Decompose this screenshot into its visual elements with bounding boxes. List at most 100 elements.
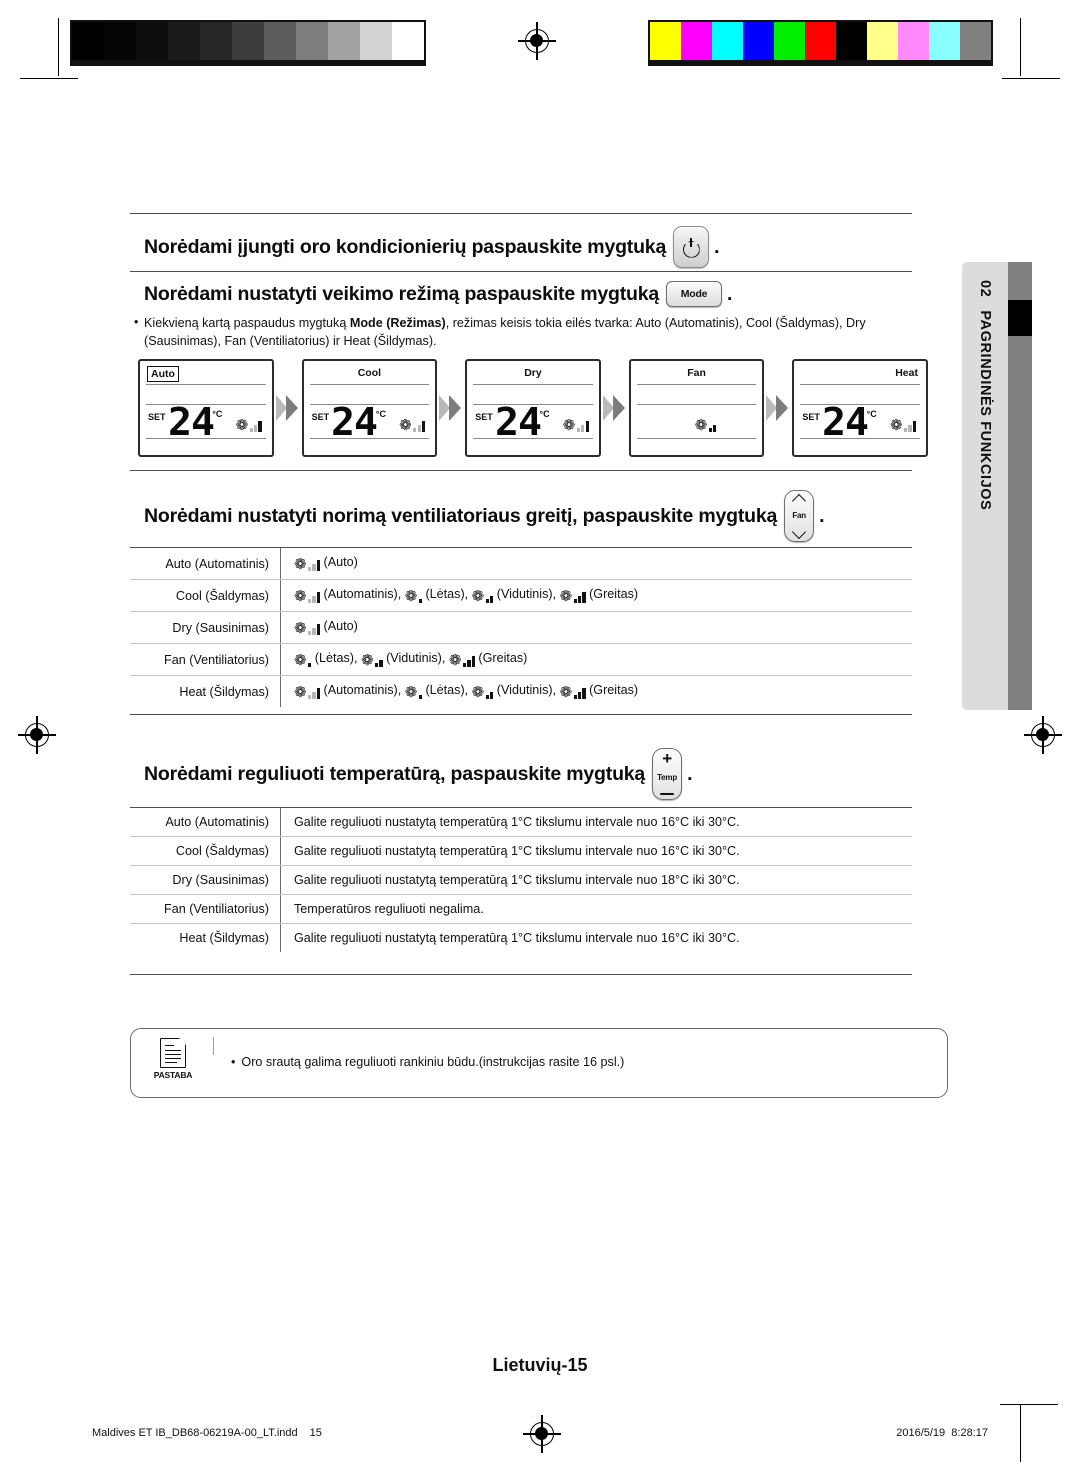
fan-speed-icon-medium: ❁ (471, 684, 494, 701)
fan-table-speeds-cell: ❁ (Auto) (280, 548, 912, 580)
fan-table-speeds-cell: ❁ (Automatinis), ❁ (Lėtas), ❁ (Vidutinis… (280, 579, 912, 612)
power-icon[interactable] (673, 226, 710, 268)
fan-level-bars (308, 688, 321, 699)
fan-speed-label: (Lėtas), (421, 587, 472, 601)
fan-speed-label: (Vidutinis), (493, 587, 560, 601)
lcd-panel-heat: Heat SET 24 °C ❁ (792, 359, 928, 457)
lcd-temperature-group: SET 24 °C (312, 403, 386, 441)
fan-speed-icon-auto: ❁ (235, 417, 262, 434)
lcd-fan-indicator: ❁ (695, 418, 717, 433)
note-text-row: • Oro srautą galima reguliuoti rankiniu b… (231, 1055, 624, 1069)
fan-button-label: Fan (792, 511, 806, 520)
lcd-mode-label: Fan (687, 367, 706, 379)
temp-table-desc-cell: Galite reguliuoti nustatytą temperatūrą … (280, 808, 912, 837)
lcd-mode-label: Cool (357, 367, 382, 379)
temp-table-mode-cell: Heat (Šildymas) (130, 923, 281, 952)
fan-speed-icon-low: ❁ (294, 653, 312, 668)
lcd-temperature-group: SET 24 °C (802, 403, 876, 441)
fan-speed-label: (Greitas) (585, 587, 639, 601)
fan-level-bars (413, 421, 426, 432)
footer-date: 2016/5/19 (896, 1427, 946, 1439)
crop-mark-br-h (1000, 1404, 1058, 1406)
fan-level-bars (462, 656, 475, 667)
manual-page: 02 PAGRINDINĖS FUNKCIJOS Norėdami įjungt… (0, 0, 1080, 1476)
fan-speed-icon-low: ❁ (404, 588, 422, 605)
heading-fan-text: Norėdami nustatyti norimą ventiliatoriau… (144, 504, 778, 527)
temp-table-desc-cell: Galite reguliuoti nustatytą temperatūrą … (280, 865, 912, 895)
fan-table-speeds-cell: ❁ (Lėtas), ❁ (Vidutinis), ❁ (Greitas) (280, 643, 912, 676)
minus-icon (660, 792, 675, 795)
footer-time: 8:28:17 (951, 1427, 988, 1439)
fan-speed-table: Auto (Automatinis) ❁ (Auto) Cool (Šaldymas… (130, 548, 912, 707)
footer-timestamp-group: 2016/5/19 8:28:17 (896, 1427, 988, 1439)
fan-level-bars (375, 660, 383, 667)
fan-level-bars (308, 560, 321, 571)
fan-speed-icon-low: ❁ (404, 684, 422, 701)
divider-mode-fan (130, 470, 912, 472)
fan-blade-icon: ❁ (404, 588, 418, 605)
table-row: Fan (Ventiliatorius) ❁ (Lėtas), ❁ (Viduti… (130, 643, 912, 676)
table-row: Auto (Automatinis) ❁ (Auto) (130, 548, 912, 580)
mode-bullet-paragraph: • Kiekvieną kartą paspaudus mygtuką Mode … (134, 315, 914, 351)
temp-table-desc-cell: Temperatūros reguliuoti negalima. (280, 894, 912, 924)
temp-table-desc-cell: Galite reguliuoti nustatytą temperatūrą … (294, 931, 740, 945)
heading-fan: Norėdami nustatyti norimą ventiliatoriau… (144, 490, 825, 542)
sequence-arrow-icon (766, 395, 790, 421)
fan-level-bars (904, 421, 916, 432)
fan-blade-icon: ❁ (559, 588, 573, 605)
note-icon-label: PASTABA (153, 1070, 193, 1080)
document-icon (160, 1037, 187, 1068)
lcd-set-label: SET (148, 412, 166, 422)
temp-table-mode-cell: Fan (Ventiliatorius) (130, 894, 281, 924)
lcd-fan-indicator: ❁ (889, 417, 916, 434)
note-box: PASTABA • Oro srautą galima reguliuoti ra… (130, 1028, 948, 1098)
page-number: Lietuvių-15 (492, 1355, 588, 1375)
fan-blade-icon: ❁ (448, 652, 462, 669)
lcd-set-label: SET (475, 412, 493, 422)
fan-blade-icon: ❁ (235, 417, 249, 434)
temp-table-mode-cell: Auto (Automatinis) (130, 808, 281, 837)
table-row: Heat (Šildymas) Galite reguliuoti nustaty… (130, 923, 912, 952)
fan-level-bars (308, 592, 321, 603)
heading-mode-period: . (727, 282, 733, 305)
fan-speed-label: (Automatinis), (320, 683, 405, 697)
lcd-panel-auto: Auto SET 24 °C ❁ (138, 359, 274, 457)
fan-speed-icon-high: ❁ (448, 652, 475, 669)
fan-speed-icon-high: ❁ (560, 685, 586, 700)
fan-speed-label: (Auto) (320, 555, 358, 569)
table-row: Fan (Ventiliatorius) Temperatūros reguliu… (130, 894, 912, 924)
lcd-temperature-value: 24 (494, 400, 542, 444)
fan-speed-icon-medium: ❁ (472, 589, 494, 604)
footer-filename-group: Maldives ET IB_DB68-06219A-00_LT.indd 15 (92, 1427, 322, 1439)
fan-blade-icon: ❁ (562, 417, 576, 434)
table-row: Cool (Šaldymas) Galite reguliuoti nustaty… (130, 836, 912, 866)
fan-button[interactable]: Fan (784, 490, 815, 542)
lcd-degree-unit: °C (375, 409, 386, 419)
fan-speed-icon-auto: ❁ (294, 621, 321, 636)
fan-blade-icon: ❁ (404, 684, 418, 701)
fan-blade-icon: ❁ (471, 684, 485, 701)
fan-speed-label: (Lėtas), (421, 683, 472, 697)
temp-table-mode-cell: Dry (Sausinimas) (130, 865, 281, 895)
fan-level-bars (573, 688, 586, 699)
mode-button[interactable]: Mode (666, 281, 722, 307)
lcd-temperature-group: SET 24 °C (475, 400, 549, 444)
lcd-panel-fan: Fan ❁ (628, 359, 765, 457)
heading-temp: Norėdami reguliuoti temperatūrą, paspaus… (144, 748, 693, 800)
heading-mode-text: Norėdami nustatyti veikimo režimą paspau… (144, 282, 659, 305)
fan-speed-icon-auto: ❁ (294, 685, 321, 700)
chevron-down-icon (793, 530, 806, 537)
table-row: Dry (Sausinimas) ❁ (Auto) (130, 611, 912, 644)
fan-blade-icon: ❁ (294, 588, 307, 605)
fan-speed-label: (Lėtas), (311, 651, 361, 665)
table-row: Heat (Šildymas) ❁ (Automatinis), ❁ (Lėtas… (130, 675, 912, 707)
temp-button[interactable]: + Temp (652, 748, 683, 800)
heading-temp-text: Norėdami reguliuoti temperatūrą, paspaus… (144, 762, 646, 785)
lcd-temperature-group: SET 24 °C (148, 403, 222, 441)
fan-blade-icon: ❁ (889, 417, 903, 434)
note-divider (213, 1037, 215, 1055)
sequence-arrow-icon (275, 395, 300, 421)
mode-bullet-bold: Mode (Režimas) (349, 316, 446, 330)
sequence-arrow-icon (602, 395, 627, 421)
heading-power-period: . (714, 235, 720, 258)
